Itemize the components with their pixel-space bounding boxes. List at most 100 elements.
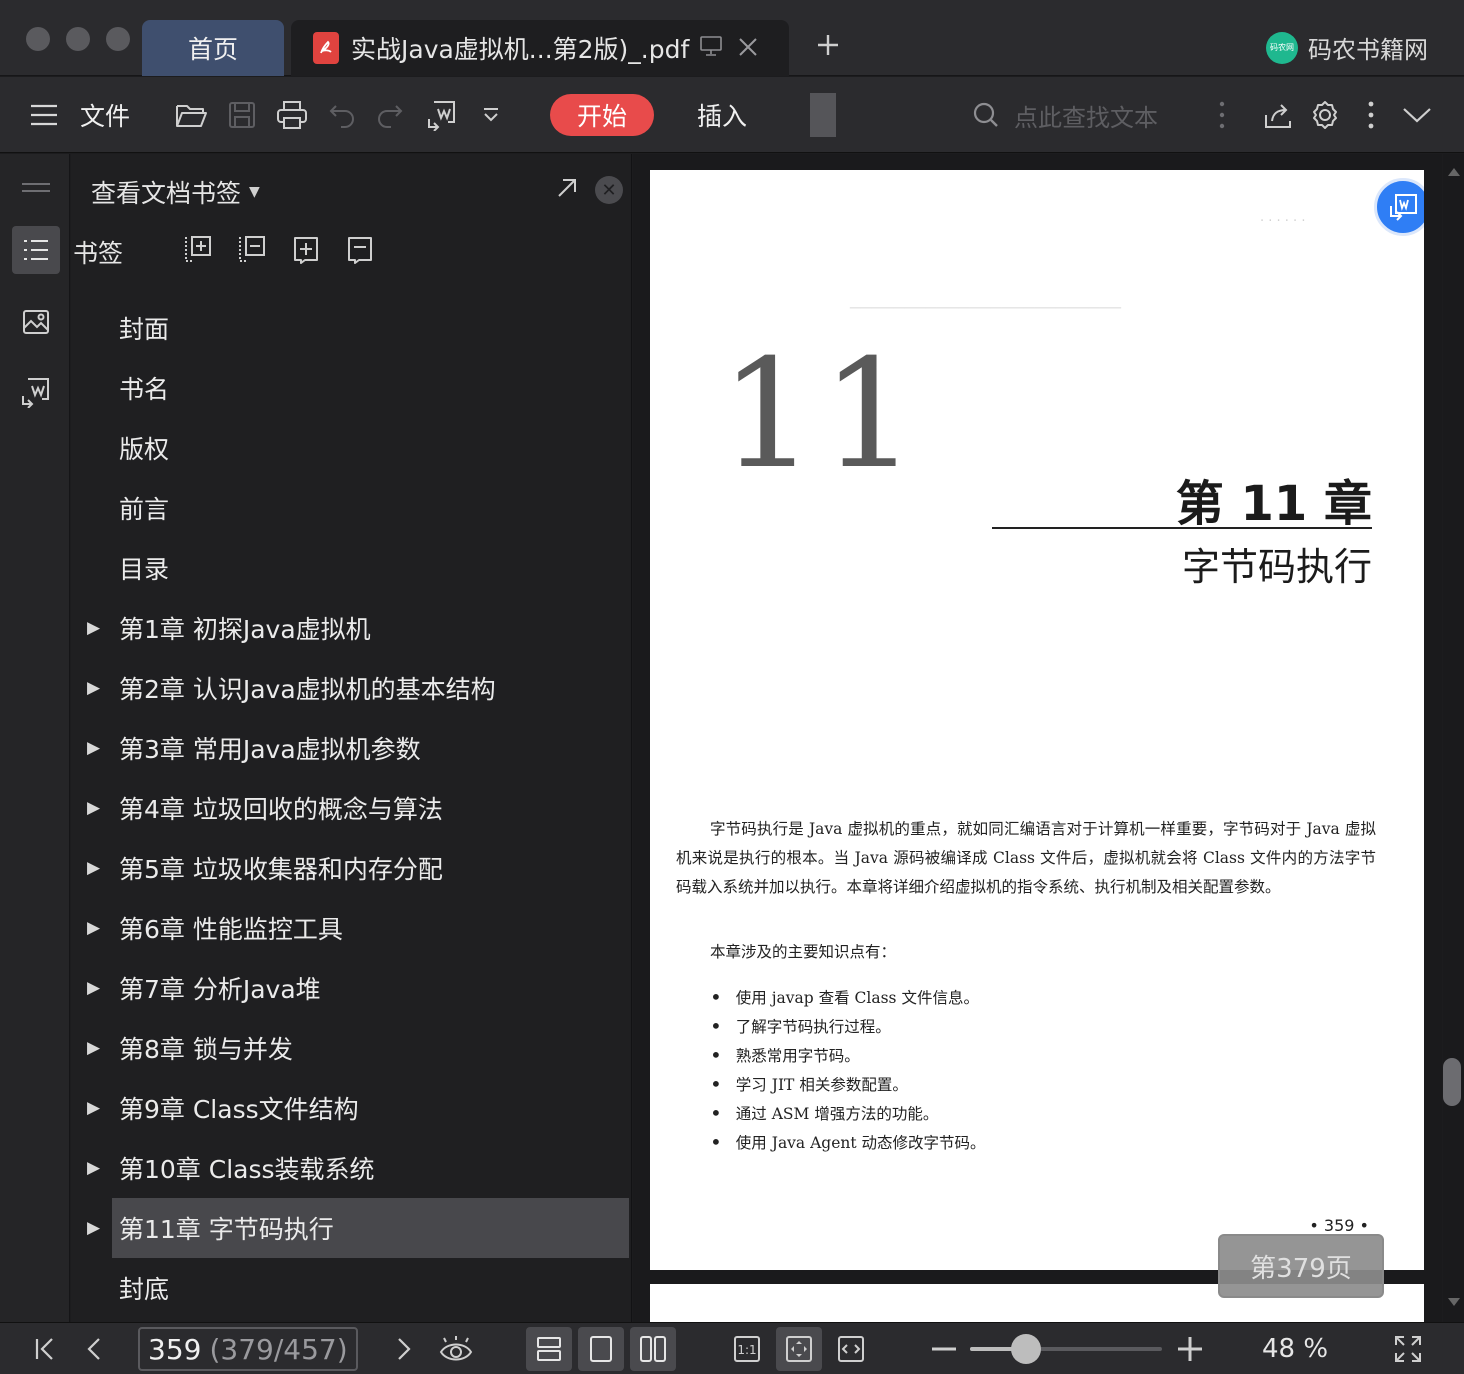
scroll-up-arrow-icon[interactable] [1448, 168, 1460, 176]
bookmark-item-label: 目录 [119, 555, 170, 584]
tab-document[interactable]: 实战Java虚拟机...第2版)_.pdf [291, 20, 789, 76]
key-points-list: 使用 javap 查看 Class 文件信息。了解字节码执行过程。熟悉常用字节码… [710, 982, 986, 1156]
fullscreen-icon[interactable] [1390, 1323, 1426, 1374]
brand-label: 码农书籍网 [1308, 36, 1428, 64]
more-dropdown-icon[interactable] [476, 77, 506, 153]
undo-icon[interactable] [324, 77, 360, 153]
toolbar-scroll-handle[interactable] [810, 93, 836, 137]
fit-width-icon[interactable] [828, 1327, 874, 1371]
previous-page-icon[interactable] [80, 1323, 108, 1374]
expand-arrow-icon[interactable]: ▶ [87, 918, 100, 938]
actual-size-icon[interactable]: 1:1 [724, 1327, 770, 1371]
bookmark-item[interactable]: 封底 [71, 1258, 632, 1318]
vertical-dots-icon[interactable] [1210, 77, 1234, 153]
search-field[interactable]: 点此查找文本 [972, 94, 1192, 136]
bookmark-item-label: 第11章 字节码执行 [119, 1215, 334, 1244]
start-tab-button[interactable]: 开始 [550, 94, 654, 136]
expand-arrow-icon[interactable]: ▶ [87, 1158, 100, 1178]
hamburger-menu-icon[interactable] [26, 77, 62, 153]
bookmark-item[interactable]: 版权 [71, 418, 632, 478]
expand-arrow-icon[interactable]: ▶ [87, 1038, 100, 1058]
intro-text: 字节码执行是 Java 虚拟机的重点，就如同汇编语言对于计算机一样重要，字节码对… [676, 820, 1376, 896]
bookmark-item[interactable]: ▶ 第10章 Class装载系统 [71, 1138, 632, 1198]
thumbnail-image-icon[interactable] [12, 298, 60, 346]
print-icon[interactable] [272, 77, 312, 153]
zoom-slider[interactable] [970, 1334, 1162, 1364]
zoom-in-icon[interactable] [1174, 1323, 1206, 1374]
eye-protection-icon[interactable] [436, 1323, 476, 1374]
bookmark-item[interactable]: ▶ 第8章 锁与并发 [71, 1018, 632, 1078]
expand-arrow-icon[interactable]: ▶ [87, 1098, 100, 1118]
window-close-button[interactable] [26, 27, 50, 51]
add-bookmark-icon[interactable] [291, 234, 323, 266]
collapse-all-icon[interactable] [237, 234, 269, 266]
expand-arrow-icon[interactable]: ▶ [87, 618, 100, 638]
expand-arrow-icon[interactable]: ▶ [87, 738, 100, 758]
bookmark-item[interactable]: ▶ 第7章 分析Java堆 [71, 958, 632, 1018]
window-zoom-button[interactable] [106, 27, 130, 51]
expand-arrow-icon[interactable]: ▶ [87, 1218, 100, 1238]
floating-convert-icon[interactable] [1374, 178, 1424, 236]
bookmark-list: 封面 书名 版权 前言 目录 ▶ 第1章 初探Java虚拟机 ▶ 第2章 认识Java虚拟机的基… [71, 298, 632, 1318]
fit-page-icon[interactable] [776, 1327, 822, 1371]
zoom-slider-knob[interactable] [1010, 1334, 1041, 1364]
open-folder-icon[interactable] [172, 77, 212, 153]
strip-collapse-icon[interactable] [12, 164, 60, 212]
bookmark-item[interactable]: ▶ 第2章 认识Java虚拟机的基本结构 [71, 658, 632, 718]
page-detail: (379/457) [209, 1332, 348, 1366]
bookmark-item[interactable]: ▶ 第6章 性能监控工具 [71, 898, 632, 958]
redo-icon[interactable] [372, 77, 408, 153]
bookmarks-panel-icon[interactable] [12, 226, 60, 274]
bookmark-item[interactable]: 书名 [71, 358, 632, 418]
two-page-view-icon[interactable] [630, 1327, 676, 1371]
tab-home[interactable]: 首页 [142, 20, 284, 76]
brand-link[interactable]: 码农网 码农书籍网 [1266, 30, 1428, 65]
settings-gear-icon[interactable] [1306, 77, 1344, 153]
next-page-icon[interactable] [390, 1323, 418, 1374]
convert-icon[interactable] [12, 368, 60, 416]
bookmark-view-dropdown[interactable]: 查看文档书签 ▼ [91, 174, 260, 210]
collapse-toolbar-chevron-icon[interactable] [1398, 77, 1436, 153]
bookmark-item[interactable]: ▶ 第4章 垃圾回收的概念与算法 [71, 778, 632, 838]
zoom-out-icon[interactable] [928, 1323, 960, 1374]
file-menu[interactable]: 文件 [78, 77, 132, 153]
first-page-icon[interactable] [30, 1323, 60, 1374]
expand-arrow-icon[interactable]: ▶ [87, 678, 100, 698]
bookmark-item[interactable]: ▶ 第9章 Class文件结构 [71, 1078, 632, 1138]
bookmark-item[interactable]: ▶ 第3章 常用Java虚拟机参数 [71, 718, 632, 778]
expand-all-icon[interactable] [183, 234, 215, 266]
single-page-view-icon[interactable] [578, 1327, 624, 1371]
bookmark-item-label: 封面 [119, 315, 170, 344]
expand-arrow-icon[interactable]: ▶ [87, 798, 100, 818]
remove-bookmark-icon[interactable] [345, 234, 377, 266]
scrollbar-thumb[interactable] [1443, 1058, 1461, 1106]
close-panel-icon[interactable]: ✕ [595, 176, 623, 204]
more-options-icon[interactable] [1360, 77, 1382, 153]
continuous-view-icon[interactable] [526, 1327, 572, 1371]
bookmark-item[interactable]: 目录 [71, 538, 632, 598]
new-tab-icon[interactable] [810, 28, 846, 64]
scroll-down-arrow-icon[interactable] [1448, 1298, 1460, 1306]
monitor-icon[interactable] [699, 34, 723, 63]
expand-arrow-icon[interactable]: ▶ [87, 978, 100, 998]
pdf-to-word-icon[interactable] [422, 77, 462, 153]
share-icon[interactable] [1260, 77, 1296, 153]
bookmark-item[interactable]: ▶ 第5章 垃圾收集器和内存分配 [71, 838, 632, 898]
zoom-level[interactable]: 48 % [1262, 1323, 1328, 1374]
expand-arrow-icon[interactable]: ▶ [87, 858, 100, 878]
save-icon[interactable] [222, 77, 262, 153]
bookmark-item[interactable]: ▶ 第1章 初探Java虚拟机 [71, 598, 632, 658]
main-toolbar: 文件 开始 插入 点此查找文本 [0, 77, 1464, 153]
window-minimize-button[interactable] [66, 27, 90, 51]
popout-arrow-icon[interactable] [555, 176, 579, 204]
faint-header: · · · · · · [1260, 214, 1306, 229]
vertical-scrollbar[interactable] [1443, 154, 1464, 1322]
close-tab-icon[interactable] [737, 32, 759, 65]
insert-tab-button[interactable]: 插入 [680, 94, 764, 136]
document-viewport[interactable]: · · · · · · ───────────────────────── 11… [633, 154, 1442, 1322]
page-number-input[interactable]: 359 (379/457) [138, 1327, 358, 1371]
bookmark-item[interactable]: ▶ 第11章 字节码执行 [87, 1198, 629, 1258]
bookmark-item[interactable]: 前言 [71, 478, 632, 538]
bookmark-item[interactable]: 封面 [71, 298, 632, 358]
bookmark-item-label: 第2章 认识Java虚拟机的基本结构 [119, 675, 496, 704]
